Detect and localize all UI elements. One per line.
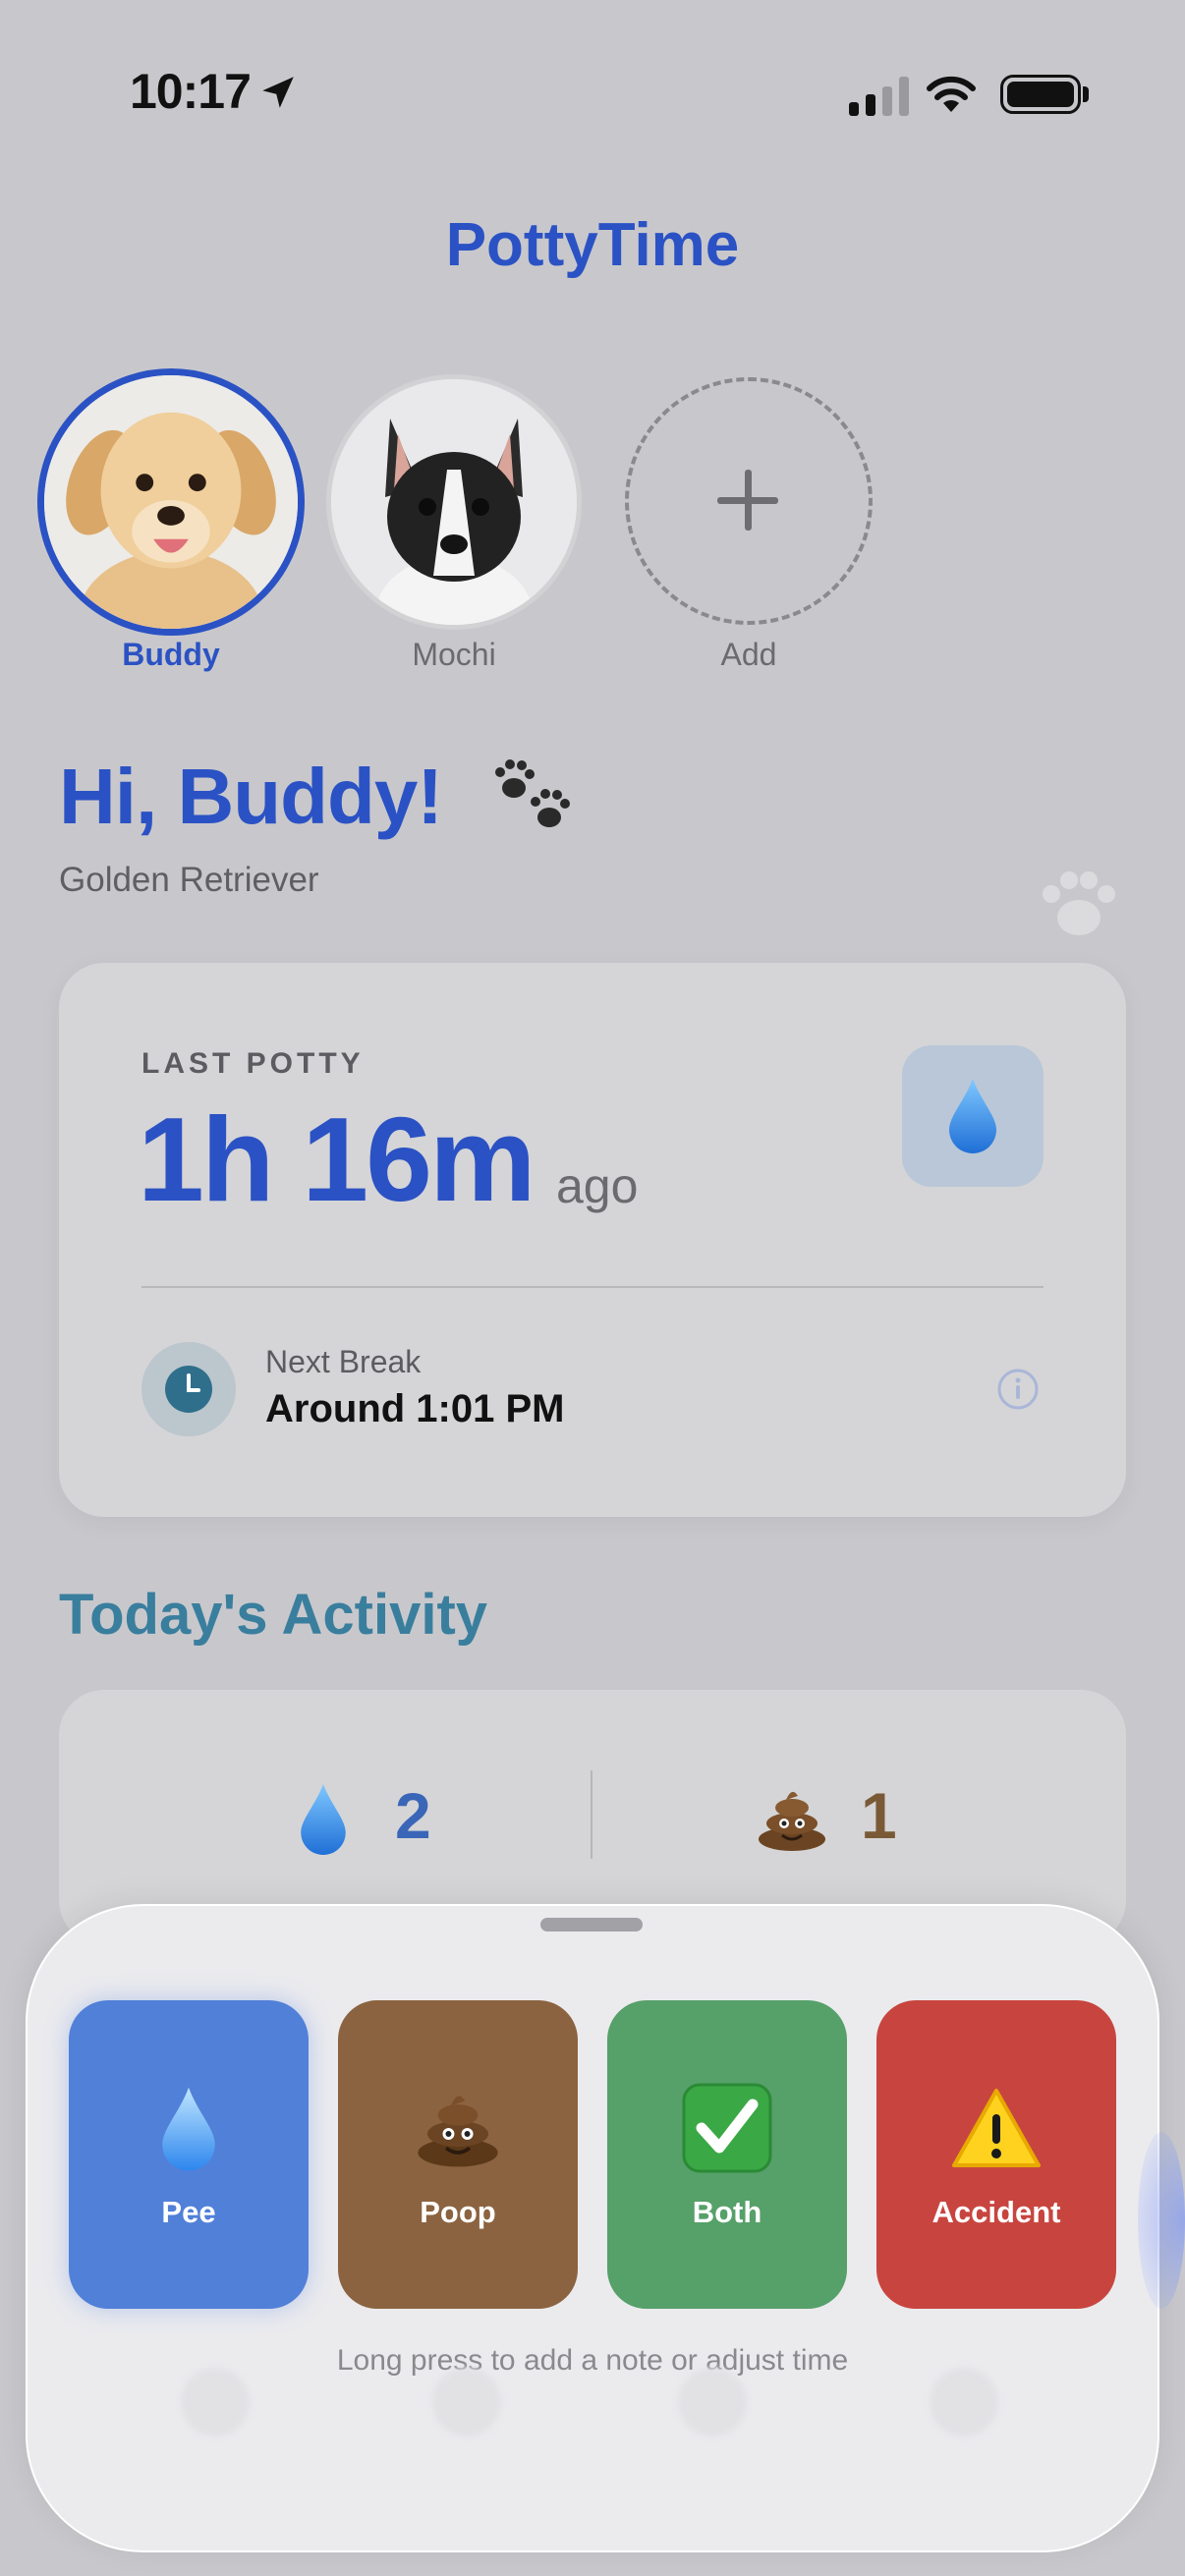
blurred-tab-icon bbox=[930, 2368, 998, 2436]
add-pet-label[interactable]: Add bbox=[615, 637, 882, 673]
pee-count: 2 bbox=[395, 1779, 431, 1852]
sheet-drag-handle[interactable] bbox=[540, 1918, 643, 1932]
clock-icon bbox=[165, 1366, 212, 1413]
section-title-activity: Today's Activity bbox=[59, 1583, 488, 1647]
dog-photo-icon bbox=[44, 375, 298, 629]
plus-icon-vertical bbox=[745, 470, 752, 531]
wifi-icon bbox=[927, 76, 976, 112]
paw-prints-icon bbox=[495, 759, 570, 827]
pet-avatar-mochi[interactable] bbox=[326, 374, 582, 630]
sheet-hint: Long press to add a note or adjust time bbox=[336, 2344, 849, 2377]
decorative-paw-icon bbox=[1043, 871, 1115, 935]
log-accident-label: Accident bbox=[931, 2195, 1061, 2229]
log-poop-label: Poop bbox=[420, 2195, 496, 2229]
status-time: 10:17 bbox=[130, 64, 252, 119]
log-both-button[interactable]: Both bbox=[607, 2000, 847, 2309]
greeting-title: Hi, Buddy! bbox=[59, 753, 443, 840]
water-drop-icon bbox=[949, 1079, 996, 1153]
log-pee-button[interactable]: Pee bbox=[69, 2000, 309, 2309]
side-glow bbox=[1138, 2132, 1185, 2309]
log-pee-label: Pee bbox=[161, 2195, 216, 2229]
poop-icon bbox=[418, 2096, 498, 2167]
pet-breed: Golden Retriever bbox=[59, 861, 319, 899]
pet-label-mochi[interactable]: Mochi bbox=[320, 637, 588, 673]
water-drop-icon bbox=[301, 1783, 346, 1855]
blurred-tab-icon bbox=[181, 2368, 250, 2436]
cellular-signal-icon bbox=[849, 75, 909, 116]
poop-count: 1 bbox=[861, 1779, 897, 1852]
log-accident-button[interactable]: Accident bbox=[876, 2000, 1116, 2309]
card-divider bbox=[141, 1286, 1044, 1288]
pet-label-buddy[interactable]: Buddy bbox=[37, 637, 305, 673]
log-both-label: Both bbox=[692, 2195, 762, 2229]
log-poop-button[interactable]: Poop bbox=[338, 2000, 578, 2309]
location-arrow-icon bbox=[262, 77, 294, 108]
next-break-badge bbox=[141, 1342, 236, 1436]
blurred-tab-icon bbox=[678, 2368, 747, 2436]
last-potty-suffix: ago bbox=[556, 1158, 639, 1213]
next-break-value: Around 1:01 PM bbox=[265, 1387, 565, 1430]
check-icon bbox=[682, 2083, 772, 2173]
last-potty-label: LAST POTTY bbox=[141, 1047, 365, 1080]
info-icon[interactable] bbox=[996, 1368, 1040, 1411]
activity-divider bbox=[591, 1770, 592, 1859]
last-potty-elapsed: 1h 16m bbox=[138, 1092, 536, 1226]
app-title: PottyTime bbox=[445, 211, 740, 279]
battery-icon bbox=[1000, 75, 1081, 114]
poop-icon bbox=[759, 1791, 825, 1851]
battery-cap bbox=[1083, 86, 1089, 102]
blurred-tab-icon bbox=[432, 2368, 501, 2436]
dog-photo-icon bbox=[331, 379, 577, 625]
pet-avatar-buddy[interactable] bbox=[37, 368, 305, 636]
water-drop-icon bbox=[162, 2087, 215, 2171]
warning-icon bbox=[952, 2089, 1041, 2167]
next-break-label: Next Break bbox=[265, 1344, 422, 1379]
